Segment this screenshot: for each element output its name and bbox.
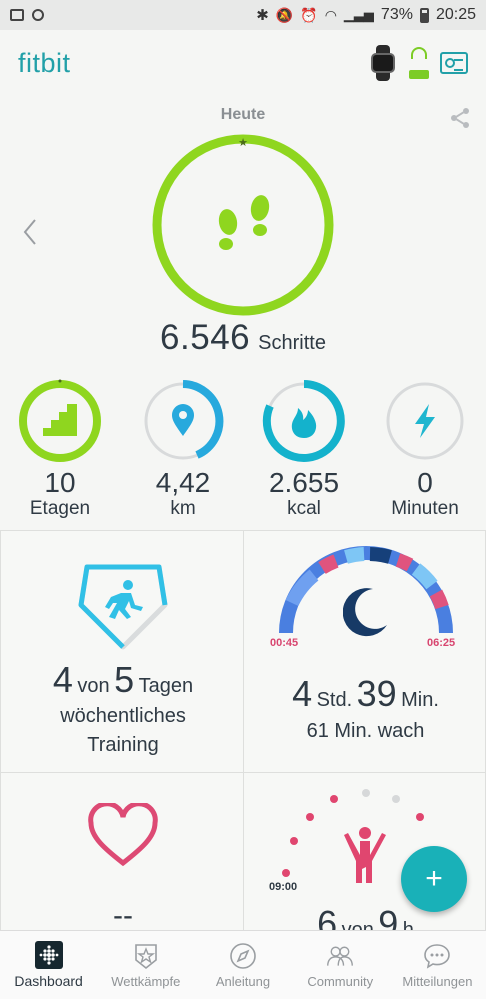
nav-notifications[interactable]: Mitteilungen (389, 931, 486, 999)
footprints-icon (218, 195, 270, 250)
exercise-line2: wöchentliches (60, 705, 186, 727)
runner-icon (105, 580, 143, 619)
moon-icon (343, 588, 387, 637)
calories-unit: kcal (287, 498, 321, 519)
lightning-icon (415, 404, 435, 438)
heart-rate-value: -- (113, 899, 133, 932)
app-header: fitbit (0, 30, 486, 96)
status-right: ✱ 🔕 ⏰ ◠ ▁▃▅ 73% 20:25 (256, 6, 476, 24)
sleep-duration: 4 Std. 39 Min. (244, 673, 486, 715)
hourly-goal: 9 (378, 903, 399, 933)
exercise-tile[interactable]: 4 von 5 Tagen wöchentliches Training (0, 530, 244, 773)
sleep-end-time: 06:25 (427, 637, 456, 649)
distance-value: 4,42 (155, 467, 211, 498)
alarm-icon: ⏰ (300, 6, 318, 23)
calories-ring (262, 380, 345, 462)
nav-challenges[interactable]: Wettkämpfe (97, 931, 194, 999)
hourly-value: 6 (317, 903, 338, 933)
calories-value: 2.655 (268, 467, 340, 498)
signal-icon: ▁▃▅ (343, 7, 374, 22)
steps-value: 6.546 (160, 318, 251, 357)
stats-row: 10 Etagen 4,42 km 2.655 kcal 0 Minuten (0, 378, 486, 528)
gallery-icon (10, 9, 24, 21)
chat-bubble-icon (424, 943, 451, 969)
stat-calories[interactable]: 2.655 kcal (249, 378, 359, 520)
active-minutes-value: 0 (417, 467, 433, 498)
sleep-minutes: 39 (356, 673, 397, 714)
compass-icon (230, 942, 256, 969)
standing-person-icon (344, 827, 386, 883)
nav-community-label: Community (307, 973, 374, 989)
heart-icon (88, 803, 158, 867)
sleep-hours: 4 (292, 673, 313, 714)
nav-dashboard-label: Dashboard (14, 973, 83, 989)
battery-percent: 73% (380, 6, 413, 23)
header-actions (368, 45, 468, 81)
nav-notifications-label: Mitteilungen (402, 973, 473, 989)
floors-unit: Etagen (29, 498, 91, 519)
nav-challenges-label: Wettkämpfe (111, 973, 181, 989)
distance-ring (144, 380, 224, 460)
steps-summary: 6.546 Schritte (0, 318, 486, 358)
status-left (10, 9, 44, 21)
exercise-days-goal: 5 (114, 659, 135, 700)
heart-rate-tile[interactable]: -- (0, 772, 244, 932)
profile-card-icon[interactable] (440, 52, 468, 74)
nav-guidance-label: Anleitung (215, 973, 271, 989)
clock: 20:25 (435, 6, 476, 23)
star-badge-icon (134, 943, 157, 969)
svg-text:★: ★ (238, 136, 248, 149)
fitbit-logo: fitbit (18, 47, 71, 78)
battery-icon (419, 7, 429, 23)
distance-unit: km (170, 498, 196, 519)
exercise-badge-icon (78, 564, 168, 650)
active-minutes-ring (386, 382, 464, 460)
steps-progress-ring[interactable]: ★ (148, 130, 338, 320)
sleep-minutes-unit: Min. (401, 689, 439, 711)
stairs-icon (43, 404, 77, 436)
add-entry-button[interactable]: + (401, 846, 467, 912)
dashboard-grid-icon (34, 941, 63, 969)
location-pin-icon (172, 404, 194, 436)
date-label: Heute (220, 106, 266, 123)
status-bar: ✱ 🔕 ⏰ ◠ ▁▃▅ 73% 20:25 (0, 0, 486, 30)
stat-distance[interactable]: 4,42 km (128, 378, 238, 520)
floors-ring (19, 379, 101, 462)
flame-icon (291, 408, 317, 438)
community-people-icon (327, 946, 354, 966)
share-icon[interactable] (448, 106, 472, 130)
mute-icon: 🔕 (275, 6, 294, 23)
nav-guidance[interactable]: Anleitung (194, 931, 291, 999)
active-minutes-unit: Minuten (391, 498, 459, 519)
exercise-days-value: 4 (52, 659, 73, 700)
previous-day-chevron-icon[interactable] (22, 218, 38, 246)
stat-active-minutes[interactable]: 0 Minuten (370, 378, 480, 520)
eye-icon (32, 9, 44, 21)
exercise-days-unit: Tagen (138, 675, 194, 697)
watch-device-icon[interactable] (368, 45, 398, 81)
sleep-start-time: 00:45 (270, 637, 299, 649)
hourly-time-label: 09:00 (269, 881, 298, 893)
exercise-summary: 4 von 5 Tagen (1, 659, 245, 701)
nav-community[interactable]: Community (292, 931, 389, 999)
bluetooth-icon: ✱ (256, 7, 269, 24)
steps-unit: Schritte (258, 332, 326, 354)
stat-floors[interactable]: 10 Etagen (5, 378, 115, 520)
sleep-awake: 61 Min. wach (306, 720, 425, 742)
sleep-hours-unit: Std. (316, 689, 353, 711)
wifi-icon: ◠ (324, 6, 337, 23)
bottom-navigation: Dashboard Wettkämpfe Anleitung Community… (0, 930, 486, 999)
nav-dashboard[interactable]: Dashboard (0, 931, 97, 999)
sleep-tile[interactable]: 00:45 06:25 4 Std. 39 Min. 61 Min. wach (243, 530, 486, 773)
exercise-von-label: von (77, 675, 110, 697)
exercise-line3: Training (87, 734, 159, 756)
floors-value: 10 (44, 467, 76, 498)
device-sync-battery-icon[interactable] (408, 47, 430, 79)
